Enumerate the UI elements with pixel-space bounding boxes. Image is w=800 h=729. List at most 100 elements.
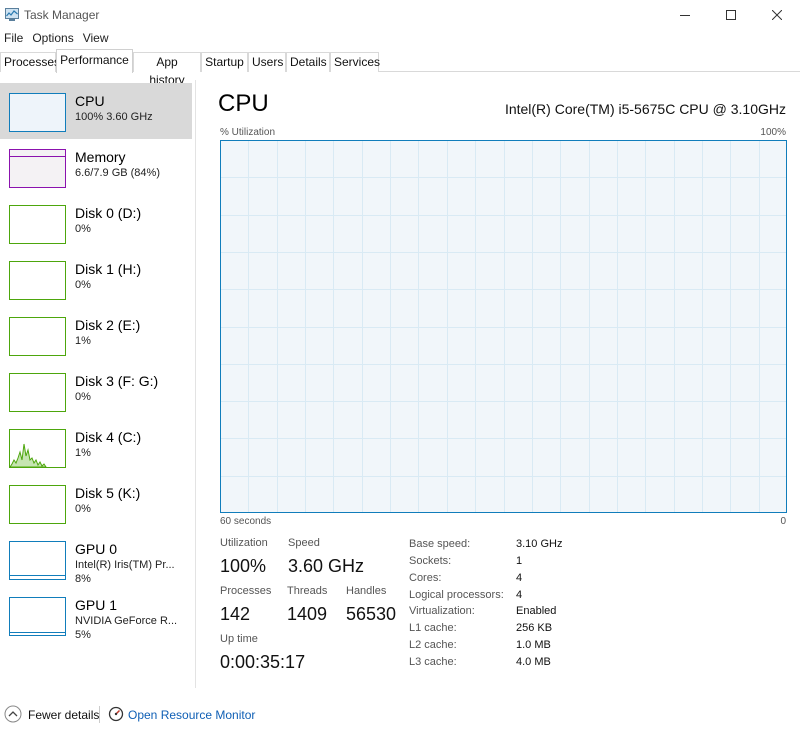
sidebar-item-value: 6.6/7.9 GB (84%) — [75, 167, 160, 179]
sidebar-item-value: 0% — [75, 503, 91, 515]
speed-value: 3.60 GHz — [288, 556, 365, 576]
detail-label: L2 cache: — [409, 639, 457, 651]
sidebar-item-name: GPU 1 — [75, 597, 118, 613]
detail-label: L3 cache: — [409, 656, 457, 668]
title-bar: Task Manager — [0, 0, 800, 30]
minimize-button[interactable] — [662, 0, 708, 30]
sidebar-item-name: Disk 5 (K:) — [75, 485, 141, 501]
menu-view[interactable]: View — [79, 30, 114, 48]
detail-label: Logical processors: — [409, 589, 504, 601]
tab-performance[interactable]: Performance — [56, 49, 133, 73]
time-axis-label: 60 seconds — [220, 516, 272, 527]
sidebar-item-disk-4[interactable]: Disk 4 (C:) 1% — [0, 419, 192, 475]
tab-details[interactable]: Details — [286, 52, 330, 72]
tab-processes[interactable]: Processes — [0, 52, 60, 72]
sidebar-item-disk-2[interactable]: Disk 2 (E:) 1% — [0, 307, 192, 363]
sidebar-item-name: GPU 0 — [75, 541, 118, 557]
tab-users[interactable]: Users — [248, 52, 286, 72]
detail-value: 1 — [516, 555, 523, 567]
tab-bar: Processes Performance App history Startu… — [0, 49, 800, 87]
sidebar-item-value: 0% — [75, 391, 91, 403]
sidebar-item-name: Disk 0 (D:) — [75, 205, 142, 221]
bottom-bar: Fewer details Open Resource Monitor — [0, 700, 800, 729]
sidebar-item-name: Disk 3 (F: G:) — [75, 373, 159, 389]
maximize-button[interactable] — [708, 0, 754, 30]
cpu-thumbnail-graph — [9, 93, 66, 132]
window-title: Task Manager — [24, 8, 100, 22]
disk-activity-sparkline — [10, 443, 47, 467]
maximize-icon — [726, 10, 736, 20]
utilization-value: 100% — [220, 556, 267, 576]
open-resource-monitor-link[interactable]: Open Resource Monitor — [128, 708, 255, 722]
tab-startup[interactable]: Startup — [201, 52, 248, 72]
processes-label: Processes — [220, 585, 272, 597]
close-button[interactable] — [754, 0, 800, 30]
detail-label: Virtualization: — [409, 605, 475, 617]
fewer-details-button[interactable]: Fewer details — [28, 708, 99, 722]
tab-app-history[interactable]: App history — [133, 52, 201, 87]
cpu-utilization-graph — [220, 140, 787, 513]
sidebar-item-name: Disk 2 (E:) — [75, 317, 141, 333]
handles-value: 56530 — [346, 604, 397, 624]
threads-value: 1409 — [287, 604, 328, 624]
disk-thumbnail-graph — [9, 429, 66, 468]
speed-label: Speed — [288, 537, 320, 549]
sidebar-item-value: 100% 3.60 GHz — [75, 111, 153, 123]
utilization-axis-max: 100% — [760, 127, 786, 138]
uptime-label: Up time — [220, 633, 258, 645]
detail-label: L1 cache: — [409, 622, 457, 634]
sidebar-item-name: Memory — [75, 149, 126, 165]
memory-thumbnail-graph — [9, 149, 66, 188]
page-title: CPU — [218, 90, 269, 117]
divider — [99, 706, 100, 723]
menu-options[interactable]: Options — [28, 30, 78, 48]
detail-value: 4 — [516, 572, 523, 584]
detail-label: Base speed: — [409, 538, 471, 550]
time-axis-zero: 0 — [780, 516, 786, 527]
detail-label: Sockets: — [409, 555, 452, 567]
sidebar-item-name: CPU — [75, 93, 105, 109]
sidebar-item-value: NVIDIA GeForce R... — [75, 615, 178, 627]
task-manager-icon — [5, 8, 19, 21]
sidebar-item-percent: 8% — [75, 573, 91, 585]
threads-label: Threads — [287, 585, 328, 597]
sidebar-item-disk-1[interactable]: Disk 1 (H:) 0% — [0, 251, 192, 307]
sidebar-item-value: 0% — [75, 279, 91, 291]
sidebar-item-memory[interactable]: Memory 6.6/7.9 GB (84%) — [0, 139, 192, 195]
detail-value: 3.10 GHz — [516, 538, 563, 550]
gpu-thumbnail-graph — [9, 597, 66, 636]
processes-value: 142 — [220, 604, 251, 624]
menu-bar: File Options View — [0, 30, 114, 48]
sidebar-item-value: Intel(R) Iris(TM) Pr... — [75, 559, 175, 571]
sidebar-item-disk-0[interactable]: Disk 0 (D:) 0% — [0, 195, 192, 251]
sidebar-item-disk-3[interactable]: Disk 3 (F: G:) 0% — [0, 363, 192, 419]
disk-thumbnail-graph — [9, 261, 66, 300]
sidebar-item-disk-5[interactable]: Disk 5 (K:) 0% — [0, 475, 192, 531]
sidebar-item-gpu-1[interactable]: GPU 1 NVIDIA GeForce R... 5% — [0, 587, 192, 643]
detail-value: 4.0 MB — [516, 656, 551, 668]
sidebar-item-name: Disk 1 (H:) — [75, 261, 142, 277]
disk-thumbnail-graph — [9, 317, 66, 356]
utilization-label: Utilization — [220, 537, 268, 549]
gpu-thumbnail-graph — [9, 541, 66, 580]
menu-file[interactable]: File — [0, 30, 28, 48]
detail-value: 1.0 MB — [516, 639, 551, 651]
resource-monitor-icon[interactable] — [108, 706, 124, 722]
uptime-value: 0:00:35:17 — [220, 652, 306, 672]
disk-thumbnail-graph — [9, 373, 66, 412]
resource-sidebar: CPU 100% 3.60 GHz Memory 6.6/7.9 GB (84%… — [0, 80, 196, 688]
cpu-model-name: Intel(R) Core(TM) i5-5675C CPU @ 3.10GHz — [504, 101, 786, 117]
handles-label: Handles — [346, 585, 387, 597]
sidebar-item-cpu[interactable]: CPU 100% 3.60 GHz — [0, 83, 192, 139]
sidebar-item-value: 0% — [75, 223, 91, 235]
detail-value: Enabled — [516, 605, 557, 617]
chevron-up-icon[interactable] — [4, 705, 22, 723]
sidebar-item-percent: 5% — [75, 629, 91, 641]
minimize-icon — [680, 15, 690, 16]
sidebar-item-gpu-0[interactable]: GPU 0 Intel(R) Iris(TM) Pr... 8% — [0, 531, 192, 587]
disk-thumbnail-graph — [9, 205, 66, 244]
sidebar-item-value: 1% — [75, 335, 91, 347]
detail-label: Cores: — [409, 572, 442, 584]
tab-services[interactable]: Services — [330, 52, 380, 72]
utilization-axis-label: % Utilization — [220, 127, 276, 138]
